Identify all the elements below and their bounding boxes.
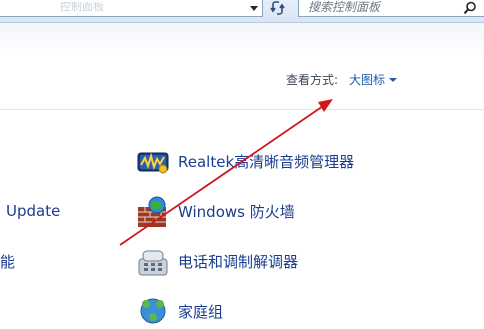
list-item-label: Windows 防火墙 [178, 203, 295, 221]
list-item-homegroup[interactable]: 家庭组 [136, 295, 223, 329]
list-item-label[interactable]: Update [6, 201, 60, 221]
address-dropdown-button[interactable] [246, 0, 262, 16]
address-bar[interactable]: 控制面板 [0, 0, 263, 17]
address-text: 控制面板 [60, 2, 104, 12]
chevron-down-icon [389, 78, 398, 82]
phone-modem-icon [138, 250, 168, 276]
list-item-label: 电话和调制解调器 [178, 253, 299, 271]
refresh-icon [270, 1, 285, 15]
view-by-label: 查看方式: [286, 73, 339, 87]
list-item-label: Realtek高清晰音频管理器 [178, 153, 355, 171]
search-icon[interactable] [463, 1, 477, 15]
navigation-bar: 控制面板 搜索控制面板 [0, 0, 484, 23]
list-item-label[interactable]: 能 [0, 252, 15, 272]
refresh-button[interactable] [266, 0, 290, 16]
view-by-dropdown[interactable]: 大图标 [349, 72, 398, 88]
search-input[interactable]: 搜索控制面板 [298, 0, 484, 17]
realtek-audio-icon [137, 152, 169, 174]
view-by-value: 大图标 [349, 73, 386, 87]
homegroup-icon [140, 298, 166, 324]
list-item-phone-modem[interactable]: 电话和调制解调器 [136, 245, 298, 279]
firewall-icon [138, 196, 166, 227]
search-placeholder: 搜索控制面板 [308, 0, 381, 14]
list-item-label: 家庭组 [178, 303, 224, 321]
list-item-windows-firewall[interactable]: Windows 防火墙 [136, 195, 295, 229]
list-item-realtek-audio[interactable]: Realtek高清晰音频管理器 [136, 145, 354, 179]
chevron-down-icon [250, 5, 258, 11]
header-band [0, 23, 484, 110]
